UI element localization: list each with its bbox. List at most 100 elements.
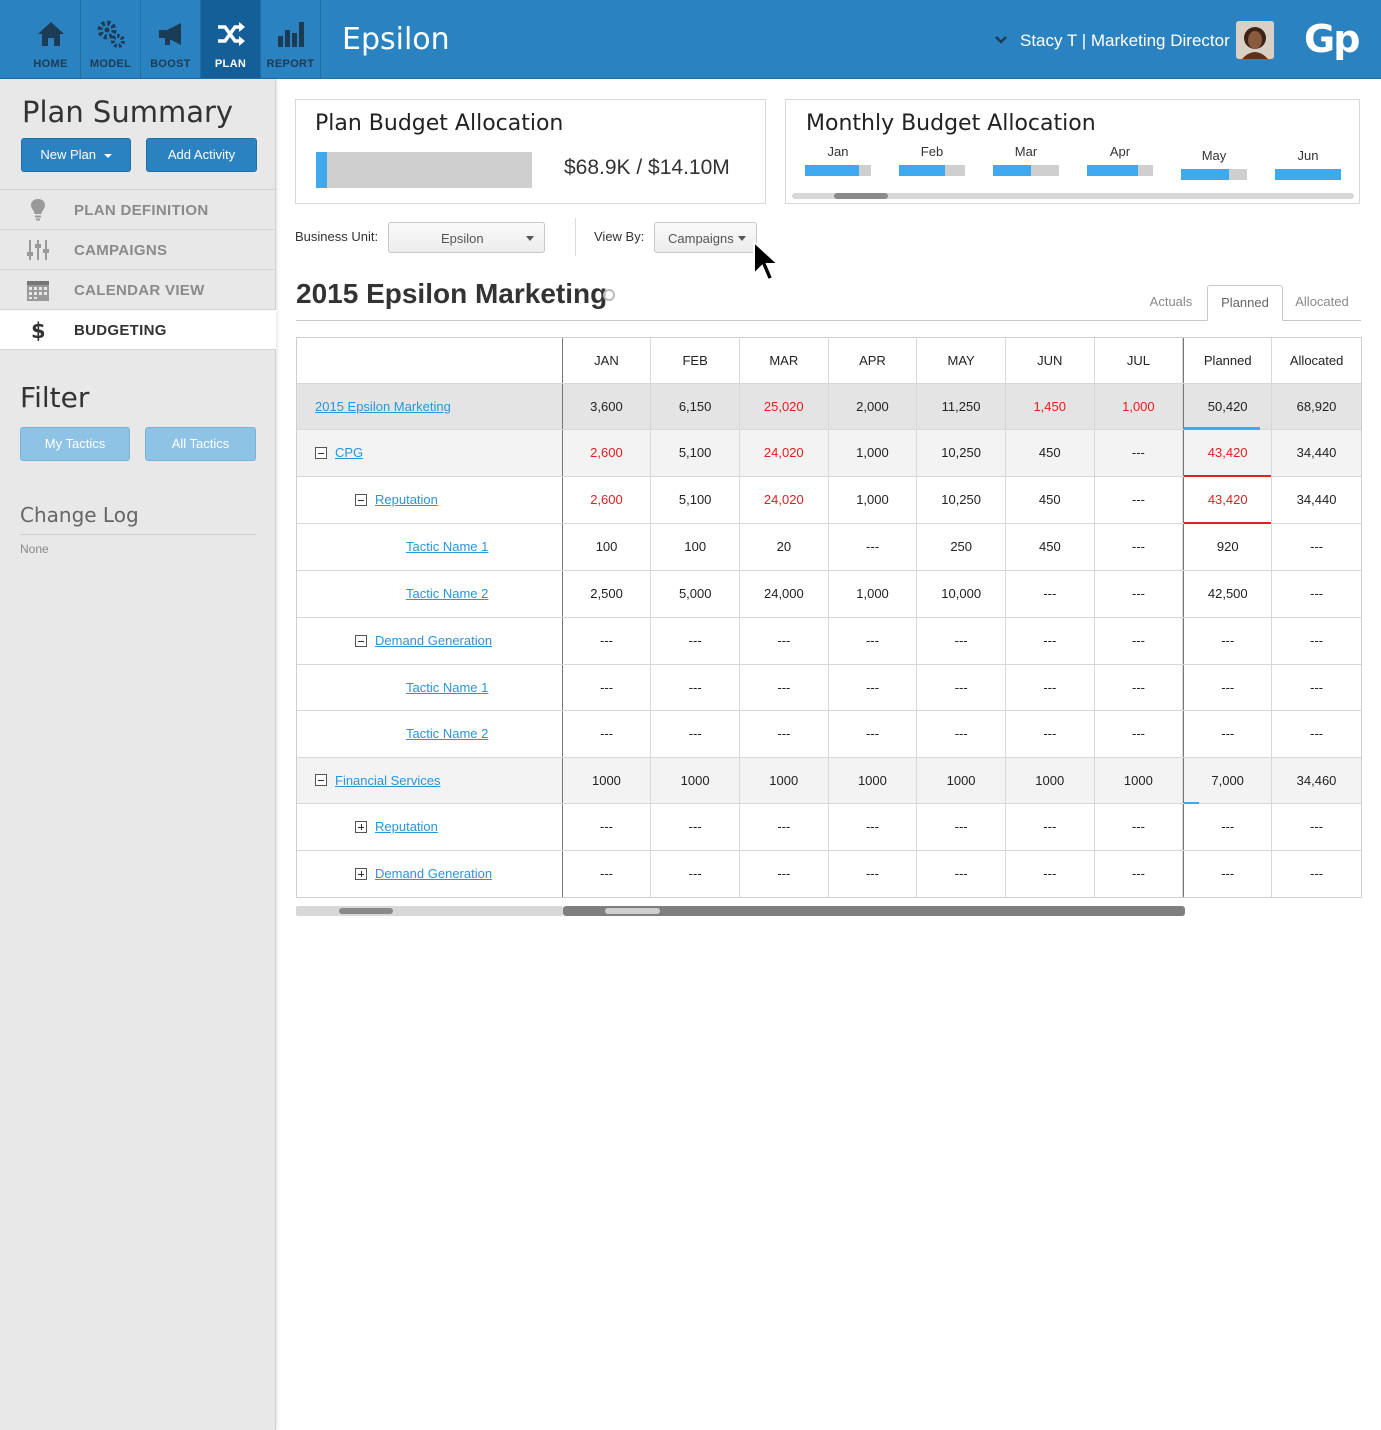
- table-cell[interactable]: ---: [563, 804, 652, 850]
- table-cell[interactable]: ---: [1272, 571, 1361, 617]
- column-header[interactable]: MAY: [917, 338, 1006, 383]
- nav-item-report[interactable]: REPORT: [261, 0, 321, 78]
- table-cell[interactable]: ---: [1006, 710, 1095, 757]
- table-cell[interactable]: 43,420: [1183, 430, 1273, 477]
- table-cell[interactable]: ---: [1183, 850, 1273, 897]
- table-cell[interactable]: ---: [1095, 617, 1184, 664]
- table-cell[interactable]: 450: [1006, 476, 1095, 523]
- tab-allocated[interactable]: Allocated: [1286, 285, 1358, 321]
- table-cell[interactable]: 5,100: [651, 430, 740, 476]
- table-cell[interactable]: 34,460: [1272, 758, 1361, 804]
- table-cell[interactable]: 100: [563, 523, 652, 570]
- table-cell[interactable]: 34,440: [1272, 477, 1361, 523]
- table-cell[interactable]: ---: [1095, 570, 1184, 617]
- table-cell[interactable]: ---: [1272, 711, 1361, 757]
- table-cell[interactable]: ---: [1006, 804, 1095, 850]
- table-cell[interactable]: 1000: [740, 757, 829, 803]
- table-cell[interactable]: ---: [740, 710, 829, 757]
- row-name-link[interactable]: 2015 Epsilon Marketing: [315, 399, 451, 414]
- column-header[interactable]: APR: [829, 338, 918, 383]
- table-cell[interactable]: ---: [1183, 617, 1273, 664]
- sidebar-item-campaigns[interactable]: CAMPAIGNS: [0, 230, 276, 270]
- collapse-icon[interactable]: [355, 493, 367, 506]
- table-cell[interactable]: ---: [651, 617, 740, 664]
- table-cell[interactable]: ---: [917, 617, 1006, 664]
- business-unit-select[interactable]: Epsilon: [388, 222, 545, 253]
- all-tactics-button[interactable]: All Tactics: [145, 427, 256, 461]
- chevron-down-icon[interactable]: [993, 32, 1009, 48]
- sidebar-item-plan-definition[interactable]: PLAN DEFINITION: [0, 190, 276, 230]
- table-cell[interactable]: 10,250: [917, 430, 1006, 476]
- collapse-icon[interactable]: [355, 634, 367, 647]
- table-cell[interactable]: 2,500: [563, 570, 652, 617]
- table-cell[interactable]: 2,600: [563, 476, 652, 523]
- table-cell[interactable]: 2,000: [829, 384, 918, 429]
- column-header[interactable]: FEB: [651, 338, 740, 383]
- table-cell[interactable]: ---: [1272, 618, 1361, 664]
- table-cell[interactable]: ---: [740, 804, 829, 850]
- user-menu[interactable]: Stacy T | Marketing Director: [1020, 31, 1230, 51]
- table-cell[interactable]: ---: [740, 617, 829, 664]
- row-name-link[interactable]: CPG: [335, 445, 363, 460]
- brand-logo[interactable]: Gp: [1304, 17, 1360, 61]
- table-cell[interactable]: ---: [1006, 617, 1095, 664]
- add-activity-button[interactable]: Add Activity: [146, 138, 257, 172]
- table-cell[interactable]: ---: [829, 804, 918, 850]
- table-cell[interactable]: ---: [1095, 476, 1184, 523]
- table-cell[interactable]: 11,250: [917, 384, 1006, 429]
- scrollbar-thumb[interactable]: [339, 908, 393, 914]
- table-cell[interactable]: 68,920: [1272, 384, 1361, 429]
- table-cell[interactable]: ---: [829, 850, 918, 897]
- table-cell[interactable]: ---: [1095, 664, 1184, 710]
- table-cell[interactable]: 3,600: [563, 384, 652, 429]
- nav-item-plan[interactable]: PLAN: [201, 0, 261, 78]
- table-cell[interactable]: ---: [1272, 665, 1361, 710]
- table-cell[interactable]: ---: [1272, 804, 1361, 850]
- table-cell[interactable]: 20: [740, 523, 829, 570]
- scrollbar-thumb[interactable]: [605, 908, 660, 914]
- column-header[interactable]: JAN: [563, 338, 652, 383]
- table-cell[interactable]: ---: [1006, 664, 1095, 710]
- table-cell[interactable]: 1,000: [829, 476, 918, 523]
- table-cell[interactable]: 6,150: [651, 384, 740, 429]
- table-cell[interactable]: ---: [1095, 710, 1184, 757]
- table-cell[interactable]: ---: [917, 850, 1006, 897]
- sidebar-item-calendar-view[interactable]: CALENDAR VIEW: [0, 270, 276, 310]
- table-cell[interactable]: ---: [1095, 523, 1184, 570]
- row-name-link[interactable]: Tactic Name 2: [406, 586, 488, 601]
- table-cell[interactable]: ---: [740, 850, 829, 897]
- table-cell[interactable]: ---: [651, 664, 741, 710]
- expand-icon[interactable]: [355, 867, 367, 880]
- table-cell[interactable]: ---: [829, 664, 918, 710]
- table-cell[interactable]: ---: [563, 710, 652, 757]
- table-cell[interactable]: 24,020: [740, 476, 829, 523]
- view-by-select[interactable]: Campaigns: [654, 222, 757, 253]
- table-cell[interactable]: 1000: [917, 757, 1006, 803]
- table-cell[interactable]: 24,000: [740, 570, 829, 617]
- table-cell[interactable]: ---: [1095, 804, 1184, 850]
- table-cell[interactable]: 43,420: [1183, 476, 1273, 524]
- table-cell[interactable]: 1,000: [829, 430, 918, 476]
- table-cell[interactable]: 250: [917, 523, 1007, 570]
- row-name-link[interactable]: Reputation: [375, 492, 438, 507]
- row-name-link[interactable]: Demand Generation: [375, 633, 492, 648]
- table-cell[interactable]: 1000: [563, 757, 652, 803]
- table-cell[interactable]: ---: [1183, 804, 1273, 850]
- table-cell[interactable]: ---: [1095, 430, 1184, 476]
- table-cell[interactable]: ---: [829, 710, 918, 757]
- monthly-budget-scrollbar[interactable]: [792, 193, 1354, 199]
- nav-item-boost[interactable]: BOOST: [141, 0, 201, 78]
- table-cell[interactable]: ---: [917, 804, 1006, 850]
- table-cell[interactable]: ---: [1006, 570, 1095, 617]
- new-plan-button[interactable]: New Plan: [21, 138, 131, 172]
- table-cell[interactable]: ---: [829, 617, 918, 664]
- sidebar-item-budgeting[interactable]: $ BUDGETING: [0, 310, 276, 350]
- table-cell[interactable]: ---: [651, 804, 740, 850]
- table-cell[interactable]: 5,100: [651, 476, 740, 523]
- table-cell[interactable]: 1000: [651, 757, 740, 803]
- table-cell[interactable]: ---: [1272, 851, 1361, 898]
- table-cell[interactable]: 1,450: [1006, 384, 1095, 429]
- table-cell[interactable]: 1,000: [1095, 384, 1184, 429]
- table-cell[interactable]: 24,020: [740, 430, 829, 476]
- tab-planned[interactable]: Planned: [1207, 285, 1283, 321]
